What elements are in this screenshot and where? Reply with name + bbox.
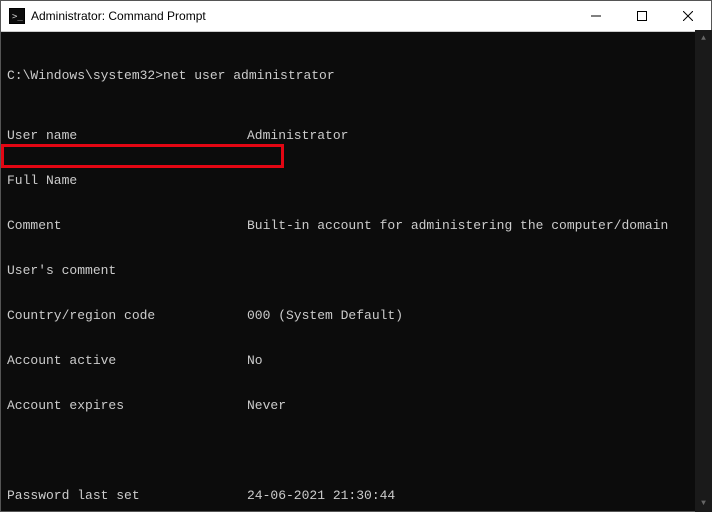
terminal-area[interactable]: C:\Windows\system32>net user administrat… (1, 32, 711, 511)
field-value: No (247, 353, 263, 368)
command-prompt-window: >_ Administrator: Command Prompt C:\Wind… (0, 0, 712, 512)
scroll-up-button[interactable]: ▲ (695, 30, 712, 47)
field-label: User's comment (7, 263, 247, 278)
scrollbar[interactable]: ▲ ▼ (695, 30, 712, 512)
output-row: User's comment (7, 263, 711, 278)
prompt-path: C:\Windows\system32> (7, 68, 163, 83)
scroll-down-button[interactable]: ▼ (695, 495, 712, 512)
field-value: 000 (System Default) (247, 308, 403, 323)
output-row: User nameAdministrator (7, 128, 711, 143)
output-row-account-active: Account activeNo (7, 353, 711, 368)
output-row: Full Name (7, 173, 711, 188)
titlebar[interactable]: >_ Administrator: Command Prompt (1, 1, 711, 32)
field-value: 24-06-2021 21:30:44 (247, 488, 395, 503)
field-value: Built-in account for administering the c… (247, 218, 668, 233)
minimize-button[interactable] (573, 1, 619, 31)
close-button[interactable] (665, 1, 711, 31)
output-row: Password last set24-06-2021 21:30:44 (7, 488, 711, 503)
field-label: Account active (7, 353, 247, 368)
output-row: Account expiresNever (7, 398, 711, 413)
blank-line (7, 443, 711, 458)
svg-text:>_: >_ (12, 12, 23, 22)
highlight-annotation (1, 144, 284, 168)
field-label: Comment (7, 218, 247, 233)
window-title: Administrator: Command Prompt (31, 9, 206, 23)
field-value: Never (247, 398, 286, 413)
cmd-icon: >_ (9, 8, 25, 24)
field-label: Full Name (7, 173, 247, 188)
field-value: Administrator (247, 128, 348, 143)
scroll-track[interactable] (695, 47, 712, 495)
field-label: User name (7, 128, 247, 143)
maximize-button[interactable] (619, 1, 665, 31)
field-label: Password last set (7, 488, 247, 503)
field-label: Country/region code (7, 308, 247, 323)
output-row: CommentBuilt-in account for administerin… (7, 218, 711, 233)
prompt-line: C:\Windows\system32>net user administrat… (7, 68, 711, 83)
output-row: Country/region code000 (System Default) (7, 308, 711, 323)
command-text: net user administrator (163, 68, 335, 83)
field-label: Account expires (7, 398, 247, 413)
